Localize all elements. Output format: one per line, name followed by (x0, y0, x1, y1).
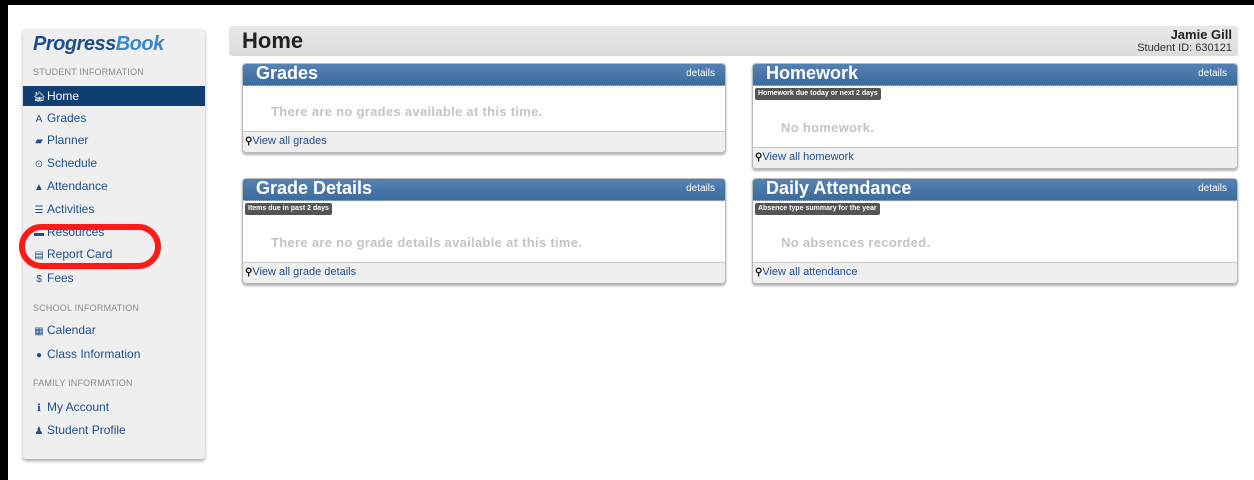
empty-message: No absences recorded. (781, 235, 931, 250)
panel-title: Grades (256, 63, 319, 83)
panel-tag: Absence type summary for the year (755, 203, 880, 215)
comment-icon: ● (35, 350, 43, 361)
sidebar-item-grades[interactable]: A Grades (33, 108, 201, 128)
section-heading-student: STUDENT INFORMATION (33, 67, 144, 77)
view-all-homework-link[interactable]: ⚲View all homework (755, 151, 854, 163)
panel-tag: Homework due today or next 2 days (755, 88, 881, 100)
panel-footer: ⚲View all grade details (243, 262, 725, 283)
panel-title: Grade Details (256, 178, 373, 198)
section-heading-family: FAMILY INFORMATION (33, 378, 133, 388)
view-all-grades-link[interactable]: ⚲View all grades (245, 135, 327, 147)
list-icon: ☰ (34, 205, 44, 216)
page-title: Home (242, 28, 304, 53)
report-card-highlight (19, 224, 161, 269)
home-icon: 🏠︎ (33, 92, 46, 103)
window-frame-left (0, 0, 8, 480)
user-icon: ♟ (34, 426, 44, 437)
panel-title: Homework (766, 63, 859, 83)
panel-footer: ⚲View all attendance (753, 262, 1237, 283)
panel-title: Daily Attendance (766, 178, 912, 198)
sidebar-item-schedule[interactable]: ⊙ Schedule (33, 153, 201, 173)
details-link[interactable]: details (686, 183, 715, 194)
empty-message: There are no grade details available at … (271, 235, 583, 250)
sidebar-item-home[interactable]: 🏠︎Home (23, 86, 205, 106)
panel-footer: ⚲View all grades (243, 131, 725, 152)
sidebar-item-activities[interactable]: ☰ Activities (33, 199, 201, 219)
calendar-icon: ▦ (34, 326, 44, 337)
sidebar-item-attendance[interactable]: ▲ Attendance (33, 176, 201, 196)
page-header: Home Jamie Gill Student ID: 630121 (229, 26, 1238, 56)
panel-tag: Items due in past 2 days (245, 203, 332, 215)
student-name: Jamie Gill (1170, 27, 1232, 42)
panel-header: Homework details (753, 64, 1237, 86)
sidebar-item-planner[interactable]: ▰ Planner (33, 130, 201, 150)
homework-panel: Homework details Homework due today or n… (752, 63, 1238, 169)
view-all-grade-details-link[interactable]: ⚲View all grade details (245, 266, 356, 278)
view-all-attendance-link[interactable]: ⚲View all attendance (755, 266, 858, 278)
panel-footer: ⚲View all homework (753, 147, 1237, 168)
sidebar-item-my-account[interactable]: ℹ My Account (33, 397, 201, 417)
panel-header: Grades details (243, 64, 725, 86)
empty-message: No homework. (781, 120, 875, 135)
grades-panel: Grades details There are no grades avail… (242, 63, 726, 153)
panel-header: Daily Attendance details (753, 179, 1237, 201)
dollar-icon: $ (36, 274, 42, 285)
panel-header: Grade Details details (243, 179, 725, 201)
details-link[interactable]: details (686, 68, 715, 79)
details-link[interactable]: details (1198, 68, 1227, 79)
sidebar-item-fees[interactable]: $ Fees (33, 268, 201, 288)
empty-message: There are no grades available at this ti… (271, 104, 543, 119)
grades-icon: A (35, 114, 43, 125)
student-id: Student ID: 630121 (1137, 42, 1232, 54)
bell-icon: ▲ (34, 182, 44, 193)
progressbook-logo[interactable]: ProgressBook (33, 33, 164, 56)
daily-attendance-panel: Daily Attendance details Absence type su… (752, 178, 1238, 284)
grade-details-panel: Grade Details details Items due in past … (242, 178, 726, 284)
info-icon: ℹ (37, 403, 41, 414)
sidebar-item-class-information[interactable]: ● Class Information (33, 344, 201, 364)
sidebar-item-student-profile[interactable]: ♟ Student Profile (33, 420, 201, 440)
details-link[interactable]: details (1198, 183, 1227, 194)
clock-icon: ⊙ (34, 159, 44, 170)
book-icon: ▰ (35, 136, 43, 147)
window-frame-top (0, 0, 1254, 5)
section-heading-school: SCHOOL INFORMATION (33, 303, 140, 313)
sidebar-item-calendar[interactable]: ▦ Calendar (33, 320, 201, 340)
